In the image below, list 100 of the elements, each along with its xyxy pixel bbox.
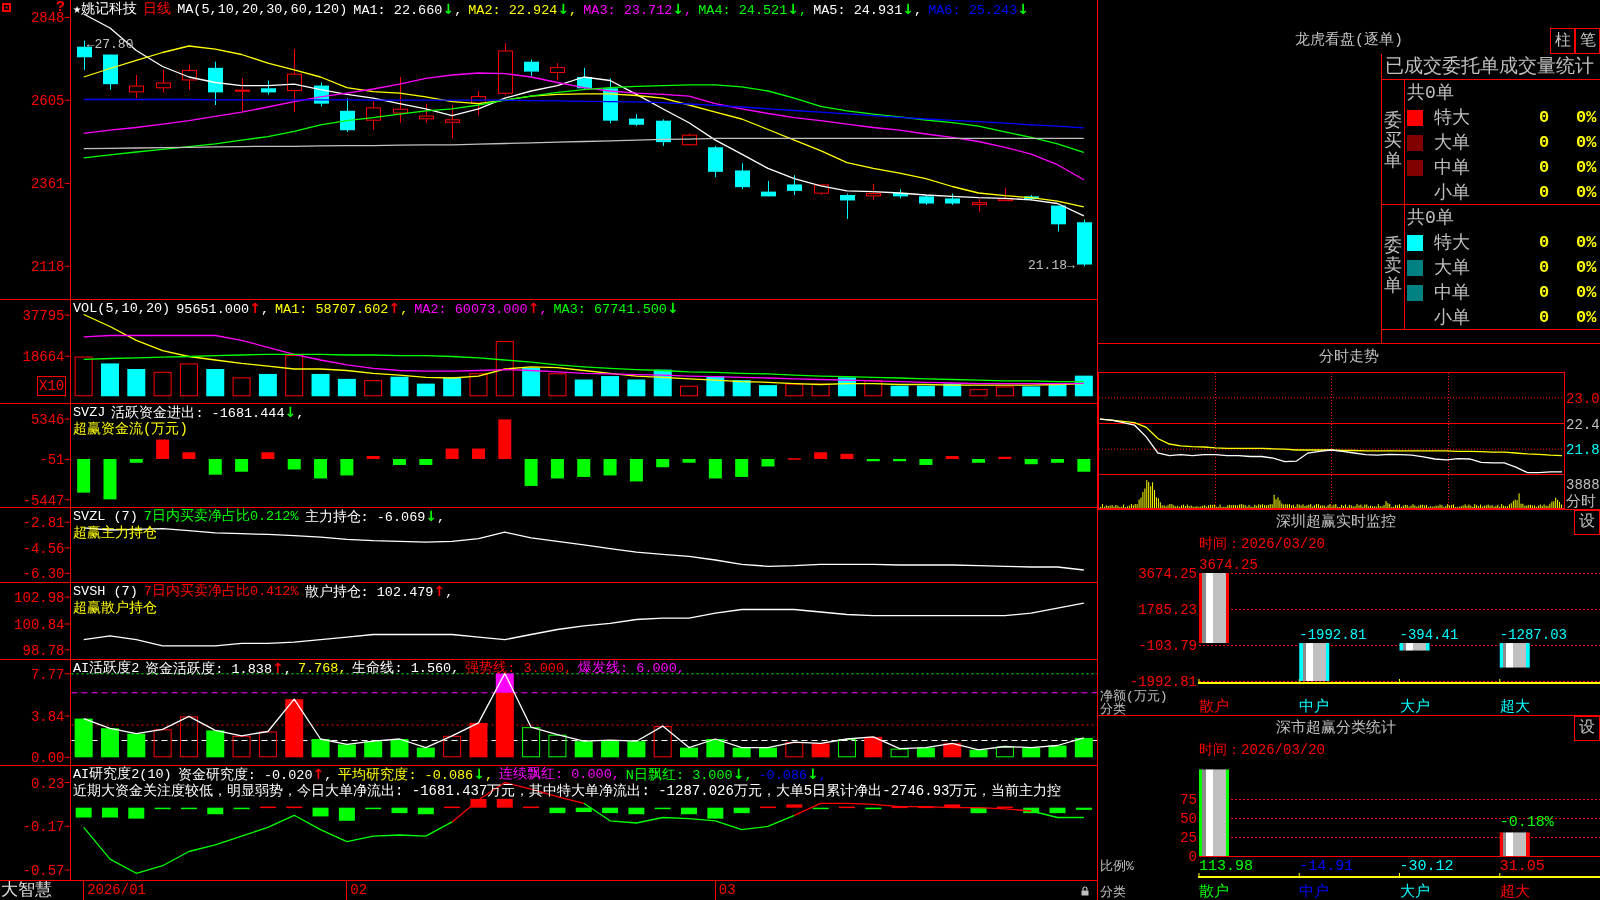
legend-text: SVSH (7) (73, 584, 138, 600)
category-label: 散户 (1199, 699, 1229, 715)
axis-label: 2118 (30, 259, 65, 276)
candle (656, 118, 671, 147)
axis-label: -6.30 (22, 566, 65, 583)
bar (760, 806, 776, 809)
axis-label: -103.79 (1138, 637, 1197, 654)
bar (444, 806, 461, 809)
bar (944, 804, 961, 808)
legend-text: 7日内买卖净占比0.212% (143, 509, 299, 525)
bar (837, 739, 856, 758)
bar (103, 459, 117, 500)
order-total: 共0单 (1407, 206, 1454, 229)
bar (154, 807, 171, 810)
order-percent: 0% (1576, 181, 1597, 204)
bar (337, 378, 356, 397)
axis-label: -0.17 (22, 819, 65, 836)
bar (419, 459, 433, 465)
axis-label: 0.00 (30, 750, 65, 766)
candle (1051, 205, 1066, 232)
bar (443, 735, 462, 758)
legend-text: N日飘红: 3.000↓, (625, 767, 753, 783)
bar (996, 806, 1013, 809)
legend-text: MA2: 60073.000↑, (414, 301, 548, 317)
bar (891, 806, 908, 809)
order-percent: 0% (1576, 281, 1597, 304)
bar (1023, 807, 1040, 814)
value-label: 31.05 (1499, 858, 1545, 875)
axis-label: 3674.25 (1138, 565, 1197, 582)
candle (314, 82, 329, 107)
candle (1024, 194, 1039, 201)
bar (838, 806, 855, 809)
bar (732, 747, 751, 758)
category-label: 大户 (1399, 699, 1430, 715)
legend-text: MA2: 22.924↓, (468, 2, 578, 18)
order-count: 0 (1538, 231, 1550, 254)
bar (919, 459, 933, 465)
bar (469, 722, 488, 758)
axis-label: 2361 (30, 176, 65, 193)
bar (707, 807, 724, 819)
bar (153, 729, 172, 758)
legend-text: 生命线: 1.560, (352, 661, 460, 677)
side-label: 委卖单 (1384, 237, 1402, 297)
bar (128, 807, 145, 819)
bar (416, 747, 435, 758)
bar (785, 742, 804, 758)
legend-text: 资金研究度: -0.020↑, (177, 767, 333, 783)
order-size-label: 中单 (1434, 156, 1470, 179)
date-label: 03 (714, 881, 736, 900)
view-button[interactable]: 柱 (1550, 28, 1575, 54)
settings-button[interactable]: 设 (1574, 716, 1600, 741)
axis-label: 2848 (30, 10, 65, 27)
axis-label: 75 (1180, 791, 1197, 808)
legend-text: MA6: 25.243↓ (928, 2, 1029, 18)
axis-label: 50 (1180, 810, 1197, 827)
axis-title: 分类 (1100, 885, 1126, 900)
bar (654, 807, 671, 810)
bar (917, 806, 934, 809)
bar (390, 739, 409, 758)
axis-title: 比例% (1100, 859, 1134, 874)
bar (549, 807, 566, 814)
bar (416, 383, 435, 397)
lock-icon (1081, 886, 1089, 896)
axis-label: -4.56 (22, 540, 65, 557)
candle (550, 62, 565, 81)
bar (548, 734, 567, 758)
side-label: 委买单 (1384, 112, 1402, 172)
bar (680, 385, 699, 397)
category-label: 中户 (1299, 699, 1330, 715)
candle (103, 54, 118, 91)
bar (179, 363, 198, 397)
panel-title: 深市超赢分类统计 (1276, 718, 1396, 739)
settings-button[interactable]: 设 (1574, 510, 1600, 535)
axis-label: 21.8 (1566, 442, 1600, 459)
time-label: 时间：2026/03/20 (1199, 536, 1325, 552)
view-button[interactable]: 笔 (1575, 28, 1600, 54)
order-count: 0 (1538, 131, 1550, 154)
date-label: 2026/01 (83, 881, 146, 900)
axis-label: 1785.23 (1138, 601, 1197, 618)
bar (1399, 643, 1430, 651)
axis-label: 5346 (30, 412, 65, 429)
order-size-label: 小单 (1434, 306, 1470, 329)
bar (1022, 386, 1041, 397)
bar (206, 730, 225, 758)
candle (998, 187, 1013, 202)
bar (258, 373, 277, 397)
bar (1048, 745, 1067, 758)
legend-text: 主力持仓: -6.069↓, (304, 509, 446, 525)
order-total: 共0单 (1407, 81, 1454, 104)
bar (1024, 459, 1038, 465)
value-label: -14.91 (1299, 858, 1354, 875)
bar (761, 459, 775, 467)
value-label: -30.12 (1399, 858, 1454, 875)
candle (945, 193, 960, 206)
bar (337, 744, 356, 758)
bar (682, 459, 696, 463)
candle (682, 132, 697, 147)
bar (75, 807, 92, 818)
bar (811, 383, 830, 397)
bar (866, 459, 880, 462)
